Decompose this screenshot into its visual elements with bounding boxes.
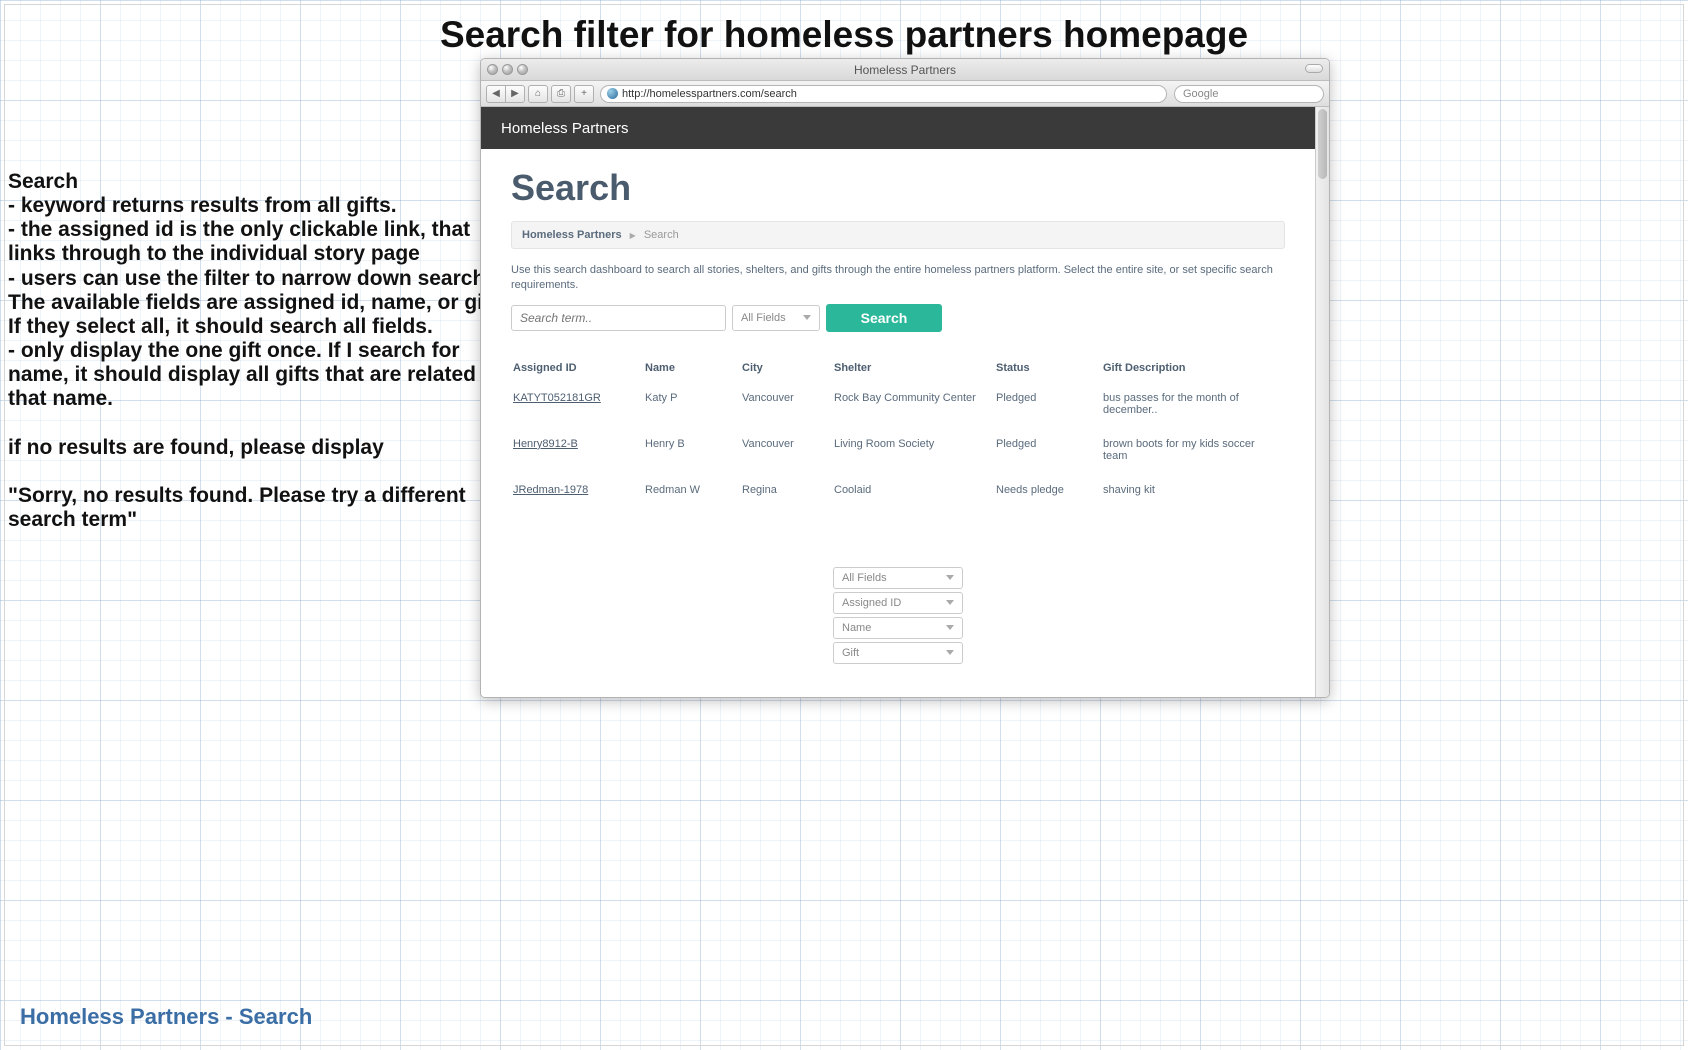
back-button[interactable]: ◀ <box>486 85 506 103</box>
cell-gift: bus passes for the month of december.. <box>1103 386 1283 430</box>
column-header-shelter: Shelter <box>834 356 994 384</box>
filter-selected-label: All Fields <box>741 312 786 324</box>
cell-status: Needs pledge <box>996 478 1101 510</box>
assigned-id-link[interactable]: Henry8912-B <box>513 438 578 450</box>
filter-option-label: Name <box>842 622 871 634</box>
column-header-gift: Gift Description <box>1103 356 1283 384</box>
chevron-right-icon: ▶ <box>630 231 636 240</box>
cell-shelter: Living Room Society <box>834 432 994 476</box>
results-table: Assigned ID Name City Shelter Status Gif… <box>511 354 1285 512</box>
page-heading: Search <box>511 167 1285 209</box>
cell-gift: brown boots for my kids soccer team <box>1103 432 1283 476</box>
footer-page-label: Homeless Partners - Search <box>20 1004 312 1030</box>
annotation-block: Search - keyword returns results from al… <box>8 170 508 532</box>
column-header-city: City <box>742 356 832 384</box>
column-header-id: Assigned ID <box>513 356 643 384</box>
add-button[interactable]: + <box>574 85 594 103</box>
cell-city: Vancouver <box>742 386 832 430</box>
minimize-icon[interactable] <box>502 64 513 75</box>
home-button[interactable]: ⌂ <box>528 85 548 103</box>
chevron-down-icon <box>946 650 954 655</box>
browser-search-input[interactable]: Google <box>1174 85 1324 103</box>
filter-option-label: Gift <box>842 647 859 659</box>
filter-option[interactable]: Gift <box>833 642 963 664</box>
chevron-down-icon <box>946 600 954 605</box>
filter-options-stack: All Fields Assigned ID Name Gift <box>833 567 963 664</box>
table-row: KATYT052181GR Katy P Vancouver Rock Bay … <box>513 386 1283 430</box>
filter-option[interactable]: Name <box>833 617 963 639</box>
app-brand[interactable]: Homeless Partners <box>501 120 629 137</box>
filter-option-label: All Fields <box>842 572 887 584</box>
url-text: http://homelesspartners.com/search <box>622 88 797 100</box>
cell-city: Regina <box>742 478 832 510</box>
annotation-no-results-intro: if no results are found, please display <box>8 436 508 460</box>
filter-option[interactable]: Assigned ID <box>833 592 963 614</box>
instructions-text: Use this search dashboard to search all … <box>511 263 1285 294</box>
annotation-line: - keyword returns results from all gifts… <box>8 194 508 218</box>
search-input[interactable] <box>511 305 726 331</box>
filter-option[interactable]: All Fields <box>833 567 963 589</box>
breadcrumb-home[interactable]: Homeless Partners <box>522 229 622 241</box>
assigned-id-link[interactable]: KATYT052181GR <box>513 392 601 404</box>
cell-city: Vancouver <box>742 432 832 476</box>
table-row: Henry8912-B Henry B Vancouver Living Roo… <box>513 432 1283 476</box>
browser-viewport: Homeless Partners Search Homeless Partne… <box>481 107 1329 697</box>
cell-status: Pledged <box>996 386 1101 430</box>
filter-dropdown[interactable]: All Fields <box>732 305 820 331</box>
close-icon[interactable] <box>487 64 498 75</box>
cell-name: Redman W <box>645 478 740 510</box>
column-header-status: Status <box>996 356 1101 384</box>
chevron-down-icon <box>803 315 811 320</box>
annotation-line: - only display the one gift once. If I s… <box>8 339 508 411</box>
filter-option-label: Assigned ID <box>842 597 901 609</box>
browser-search-placeholder: Google <box>1183 88 1218 100</box>
browser-toolbar: ◀ ▶ ⌂ ⎙ + http://homelesspartners.com/se… <box>481 81 1329 107</box>
browser-titlebar: Homeless Partners <box>481 59 1329 81</box>
search-row: All Fields Search <box>511 304 1285 332</box>
mockup-title: Search filter for homeless partners home… <box>0 14 1688 56</box>
cell-gift: shaving kit <box>1103 478 1283 510</box>
table-row: JRedman-1978 Redman W Regina Coolaid Nee… <box>513 478 1283 510</box>
breadcrumb: Homeless Partners ▶ Search <box>511 221 1285 249</box>
scrollbar[interactable] <box>1315 107 1329 697</box>
annotation-line: - users can use the filter to narrow dow… <box>8 267 508 339</box>
breadcrumb-current: Search <box>644 229 679 241</box>
traffic-lights <box>487 64 528 75</box>
annotation-heading: Search <box>8 170 508 194</box>
cell-status: Pledged <box>996 432 1101 476</box>
chevron-down-icon <box>946 625 954 630</box>
annotation-no-results-msg: "Sorry, no results found. Please try a d… <box>8 484 508 532</box>
search-button[interactable]: Search <box>826 304 942 332</box>
cell-name: Katy P <box>645 386 740 430</box>
cell-name: Henry B <box>645 432 740 476</box>
app-header: Homeless Partners <box>481 107 1329 149</box>
cell-shelter: Coolaid <box>834 478 994 510</box>
print-button[interactable]: ⎙ <box>551 85 571 103</box>
annotation-line: - the assigned id is the only clickable … <box>8 218 508 266</box>
url-bar[interactable]: http://homelesspartners.com/search <box>600 85 1167 103</box>
globe-icon <box>607 88 618 99</box>
titlebar-pill-icon[interactable] <box>1305 64 1323 73</box>
zoom-icon[interactable] <box>517 64 528 75</box>
window-title: Homeless Partners <box>481 63 1329 77</box>
column-header-name: Name <box>645 356 740 384</box>
assigned-id-link[interactable]: JRedman-1978 <box>513 484 588 496</box>
chevron-down-icon <box>946 575 954 580</box>
forward-button[interactable]: ▶ <box>505 85 525 103</box>
browser-window: Homeless Partners ◀ ▶ ⌂ ⎙ + http://homel… <box>480 58 1330 698</box>
cell-shelter: Rock Bay Community Center <box>834 386 994 430</box>
